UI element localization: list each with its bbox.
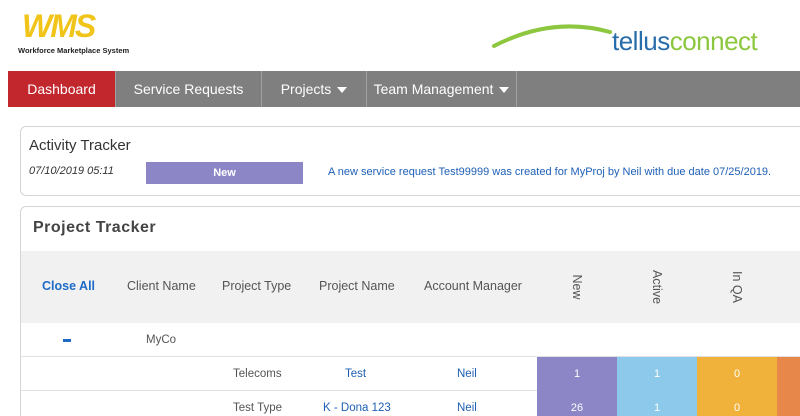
column-active-label: Active xyxy=(650,269,664,305)
column-account-manager: Account Manager xyxy=(424,279,522,293)
close-all-link[interactable]: Close All xyxy=(42,279,95,293)
row-next-status-cell xyxy=(777,391,800,416)
wms-logo-text: WMS xyxy=(22,8,96,44)
project-tracker-title: Project Tracker xyxy=(33,219,157,236)
nav-dashboard[interactable]: Dashboard xyxy=(8,71,116,107)
caret-down-icon xyxy=(499,87,510,94)
tellusconnect-wordmark: tellusconnect xyxy=(612,26,758,57)
app-header: WMS Workforce Marketplace System tellusc… xyxy=(0,0,800,70)
row-active-count[interactable]: 1 xyxy=(617,391,697,416)
row-in-qa-count[interactable]: 0 xyxy=(697,391,777,416)
activity-tracker-title: Activity Tracker xyxy=(29,137,131,154)
activity-tracker-panel: Activity Tracker 07/10/2019 05:11 New A … xyxy=(20,126,800,196)
nav-service-requests[interactable]: Service Requests xyxy=(116,71,262,107)
table-group-row: MyCo xyxy=(21,323,800,357)
row-account-manager-link[interactable]: Neil xyxy=(457,368,477,380)
column-client-name: Client Name xyxy=(127,279,196,293)
caret-down-icon xyxy=(337,87,348,94)
row-in-qa-count[interactable]: 0 xyxy=(697,357,777,391)
brand-part-tellus: tellus xyxy=(612,26,670,56)
table-row: Test Type K - Dona 123 Neil 26 1 0 xyxy=(21,391,800,416)
row-active-count[interactable]: 1 xyxy=(617,357,697,391)
row-next-status-cell xyxy=(777,357,800,391)
column-active: Active xyxy=(617,251,697,323)
activity-message-link[interactable]: A new service request Test99999 was crea… xyxy=(328,166,771,178)
column-project-name: Project Name xyxy=(319,279,395,293)
nav-service-requests-label: Service Requests xyxy=(133,81,244,97)
column-project-type: Project Type xyxy=(222,279,292,293)
column-in-qa-label: In QA xyxy=(730,271,744,303)
main-nav: Dashboard Service Requests Projects Team… xyxy=(8,71,800,107)
tellusconnect-logo: tellusconnect xyxy=(492,20,782,60)
table-row: Telecoms Test Neil 1 1 0 xyxy=(21,357,800,391)
project-table-header: Close All Client Name Project Type Proje… xyxy=(21,251,800,323)
collapse-minus-icon[interactable] xyxy=(63,339,71,342)
project-tracker-panel: Project Tracker Close All Client Name Pr… xyxy=(20,206,800,416)
nav-projects[interactable]: Projects xyxy=(262,71,367,107)
column-new-label: New xyxy=(570,274,584,300)
brand-part-connect: connect xyxy=(669,26,758,56)
row-project-name-link[interactable]: K - Dona 123 xyxy=(323,402,391,414)
column-new: New xyxy=(537,251,617,323)
row-new-count[interactable]: 26 xyxy=(537,391,617,416)
activity-date: 07/10/2019 05:11 xyxy=(29,165,114,177)
status-badge: New xyxy=(146,162,303,184)
row-new-count[interactable]: 1 xyxy=(537,357,617,391)
nav-team-management-label: Team Management xyxy=(373,81,494,97)
nav-projects-label: Projects xyxy=(280,81,332,97)
row-project-type: Telecoms xyxy=(233,368,282,380)
nav-team-management[interactable]: Team Management xyxy=(367,71,517,107)
row-project-type: Test Type xyxy=(233,402,283,414)
column-in-qa: In QA xyxy=(697,251,777,323)
group-client-name: MyCo xyxy=(146,334,177,346)
wms-logo[interactable]: WMS Workforce Marketplace System xyxy=(18,8,136,58)
row-account-manager-link[interactable]: Neil xyxy=(457,402,477,414)
row-project-name-link[interactable]: Test xyxy=(345,368,366,380)
wms-logo-subtitle: Workforce Marketplace System xyxy=(18,46,130,55)
nav-dashboard-label: Dashboard xyxy=(27,81,96,97)
